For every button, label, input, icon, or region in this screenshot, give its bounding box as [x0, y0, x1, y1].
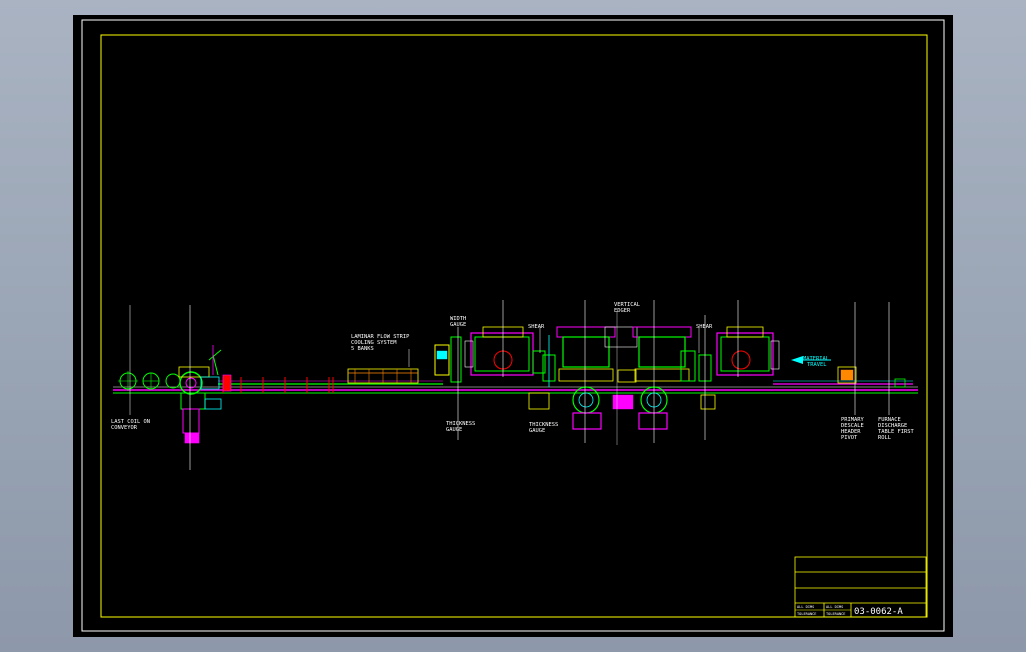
downcoiler — [118, 305, 232, 470]
outer-frame — [81, 19, 945, 632]
rougher-stand-1 — [464, 300, 546, 377]
label-primary-descale: PRIMARY DESCALE HEADER PIVOT — [841, 417, 864, 441]
leader-lines — [408, 326, 700, 367]
label-thickness-gauge-1: THICKNESS GAUGE — [446, 421, 475, 433]
label-furnace-discharge: FURNACE DISCHARGE TABLE FIRST ROLL — [878, 417, 914, 441]
vertical-edger — [556, 300, 716, 445]
label-shear-right: SHEAR — [696, 324, 713, 330]
title-cell-1: ALL DIMS — [797, 605, 814, 609]
drawing-sheet: LAST COIL ON CONVEYOR LAMINAR FLOW STRIP C… — [81, 19, 945, 632]
cad-viewport[interactable]: LAST COIL ON CONVEYOR LAMINAR FLOW STRIP C… — [73, 15, 953, 637]
furnace-discharge — [837, 302, 906, 415]
label-width-gauge: WIDTH GAUGE — [450, 316, 466, 328]
mill-line — [113, 380, 918, 394]
label-thickness-gauge-2: THICKNESS GAUGE — [529, 422, 558, 434]
label-vertical-edger: VERTICAL EDGER — [614, 302, 640, 314]
label-laminar-cooling: LAMINAR FLOW STRIP COOLING SYSTEM 5 BANKS — [351, 334, 409, 352]
title-cell-3: TOLERANCE — [797, 612, 816, 616]
title-block: ALL DIMS ALL DIMS TOLERANCE TOLERANCE 03… — [794, 556, 927, 618]
title-cell-2: ALL DIMS — [826, 605, 843, 609]
inner-frame — [100, 34, 928, 618]
rougher-stand-2 — [716, 300, 780, 377]
drawing-number: 03-0062-A — [854, 607, 903, 617]
label-last-coil: LAST COIL ON CONVEYOR — [111, 419, 150, 431]
title-cell-4: TOLERANCE — [826, 612, 845, 616]
shear-right-unit — [698, 315, 712, 440]
label-material-travel: MATERIAL TRAVEL — [803, 356, 829, 368]
label-shear-left: SHEAR — [528, 324, 545, 330]
